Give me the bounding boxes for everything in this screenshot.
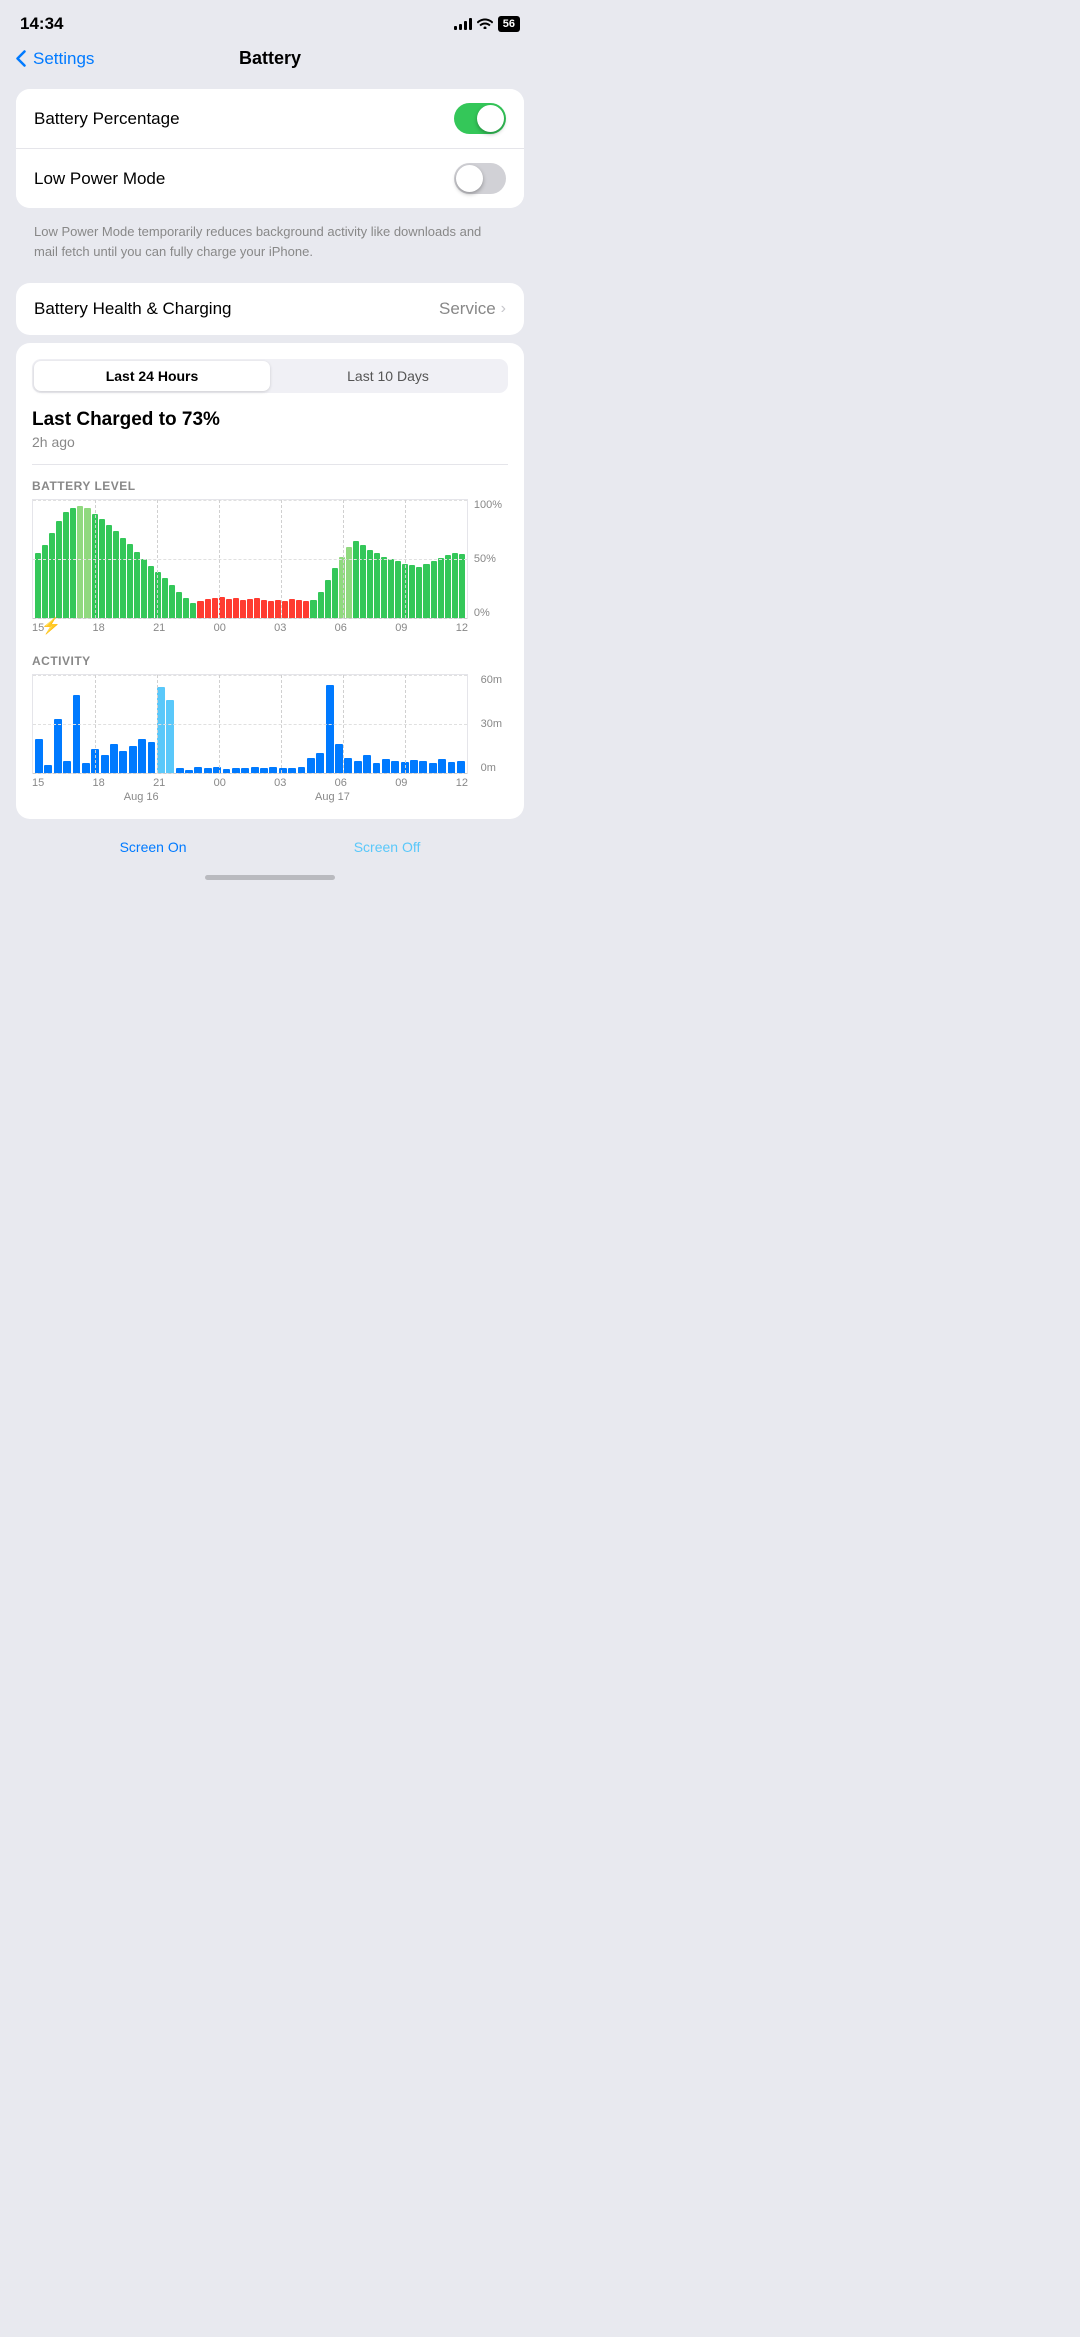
service-label: Service (439, 299, 496, 319)
screen-off-label[interactable]: Screen Off (354, 839, 421, 855)
low-power-mode-row: Low Power Mode (16, 148, 524, 208)
home-indicator (0, 863, 540, 888)
status-icons: 56 (454, 16, 520, 32)
battery-percentage-row: Battery Percentage (16, 89, 524, 148)
battery-level-chart: ⚡ (32, 499, 468, 619)
bottom-legend: Screen On Screen Off (16, 827, 524, 863)
screen-on-label[interactable]: Screen On (120, 839, 187, 855)
wifi-icon (477, 17, 493, 32)
battery-health-row[interactable]: Battery Health & Charging Service › (16, 283, 524, 335)
date-labels: Aug 16 Aug 17 (32, 791, 468, 803)
time-range-tabs[interactable]: Last 24 Hours Last 10 Days (32, 359, 508, 393)
battery-x-labels: 15 18 21 00 03 06 09 12 (32, 619, 468, 634)
home-bar (205, 875, 335, 880)
signal-icon (454, 18, 472, 30)
last-charged-title: Last Charged to 73% (32, 409, 508, 431)
battery-indicator: 56 (498, 16, 520, 32)
tab-10-days[interactable]: Last 10 Days (270, 361, 506, 391)
battery-health-label: Battery Health & Charging (34, 299, 232, 319)
status-time: 14:34 (20, 14, 63, 34)
tab-24-hours[interactable]: Last 24 Hours (34, 361, 270, 391)
back-button[interactable]: Settings (16, 49, 94, 69)
activity-y-labels: 60m 30m 0m (481, 674, 502, 774)
service-status: Service › (439, 299, 506, 319)
battery-level-label: BATTERY LEVEL (32, 479, 508, 493)
page-title: Battery (239, 48, 301, 69)
activity-chart-wrapper: 60m 30m 0m (32, 674, 468, 774)
activity-x-labels: 15 18 21 00 03 06 09 12 (32, 774, 468, 789)
chart-card: Last 24 Hours Last 10 Days Last Charged … (16, 343, 524, 819)
battery-y-labels: 100% 50% 0% (474, 499, 502, 619)
status-bar: 14:34 56 (0, 0, 540, 40)
low-power-mode-toggle[interactable] (454, 163, 506, 194)
nav-bar: Settings Battery (0, 40, 540, 81)
charging-icon: ⚡ (41, 616, 61, 636)
battery-health-card[interactable]: Battery Health & Charging Service › (16, 283, 524, 335)
settings-toggles-card: Battery Percentage Low Power Mode (16, 89, 524, 208)
last-charged-subtitle: 2h ago (32, 434, 508, 450)
battery-chart-wrapper: ⚡ 100% 50% 0% (32, 499, 468, 619)
low-power-mode-label: Low Power Mode (34, 169, 165, 189)
chevron-right-icon: › (501, 300, 506, 318)
activity-label: ACTIVITY (32, 654, 508, 668)
low-power-description: Low Power Mode temporarily reduces backg… (16, 216, 524, 275)
activity-chart (32, 674, 468, 774)
battery-percentage-label: Battery Percentage (34, 109, 180, 129)
battery-percentage-toggle[interactable] (454, 103, 506, 134)
chart-divider (32, 464, 508, 465)
